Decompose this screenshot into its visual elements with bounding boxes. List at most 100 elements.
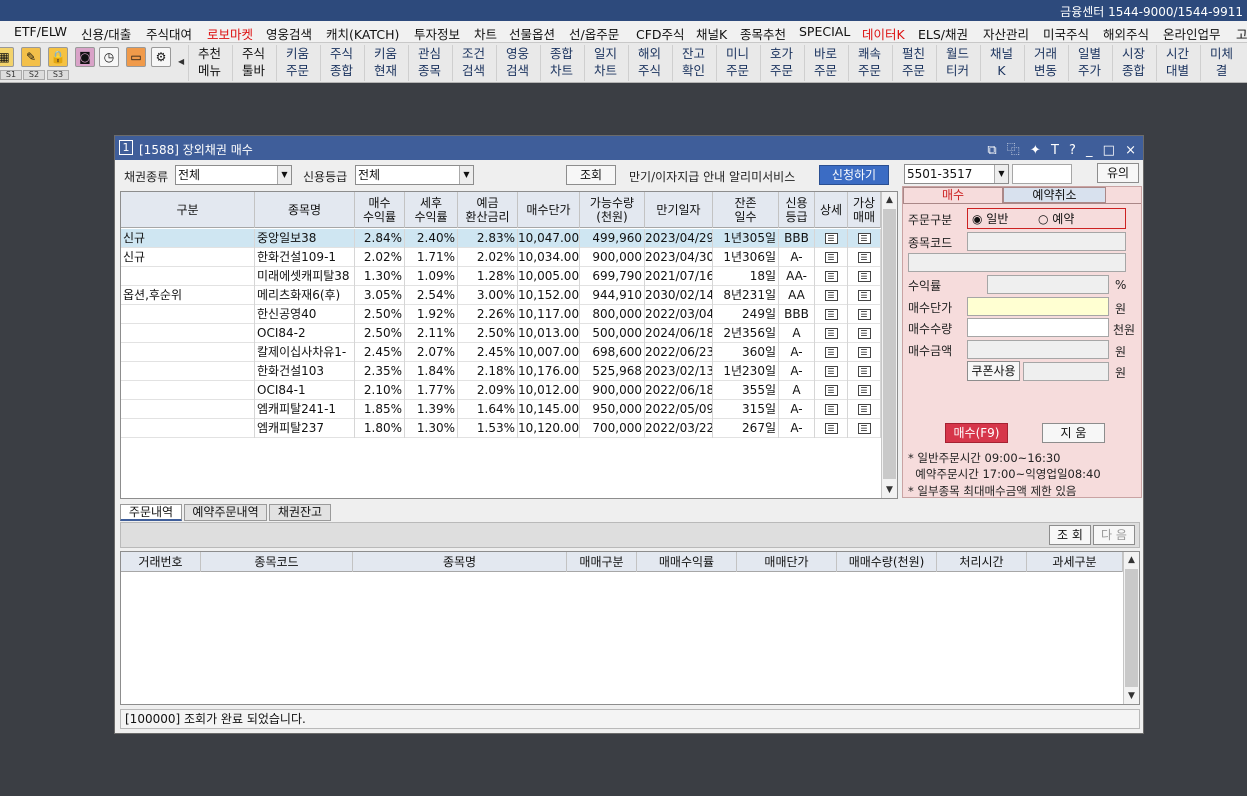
scroll-down-icon[interactable]: ▼	[1124, 688, 1139, 704]
scroll-up-icon[interactable]: ▲	[882, 192, 897, 208]
table-row[interactable]: 엠캐피탈237 1.80% 1.30% 1.53% 10,120.00 700,000 20…	[121, 419, 881, 438]
chevron-down-icon[interactable]: ▼	[277, 166, 291, 184]
menu-item[interactable]: 차트	[474, 24, 497, 42]
toolbar-button[interactable]: 주식 종합	[320, 45, 362, 81]
detail-memo-icon[interactable]: ☰	[824, 404, 838, 415]
menu-item[interactable]: 종목추천	[740, 24, 786, 42]
toolbar-button[interactable]: 관심 종목	[408, 45, 450, 81]
pencil-icon[interactable]: ✎	[21, 47, 41, 67]
tab-bond-balance[interactable]: 채권잔고	[269, 504, 331, 521]
detail-memo-icon[interactable]: ☰	[824, 366, 838, 377]
history-column-header[interactable]: 종목코드	[201, 552, 353, 572]
slot-s2[interactable]: S2	[23, 70, 45, 80]
window-controls[interactable]: ⧉ ⿻ ✦ T ? _ □ ×	[987, 139, 1139, 158]
virtual-trade-memo-icon[interactable]: ☰	[857, 290, 871, 301]
menu-item[interactable]: 미국주식	[1043, 24, 1089, 42]
detail-memo-icon[interactable]: ☰	[824, 347, 838, 358]
toolbar-button[interactable]: 월드 티커	[936, 45, 978, 81]
table-row[interactable]: 옵션,후순위 메리츠화재6(후) 3.05% 2.54% 3.00% 10,152.00 9…	[121, 286, 881, 305]
toolbar-button[interactable]: 호가 주문	[760, 45, 802, 81]
detail-memo-icon[interactable]: ☰	[824, 423, 838, 434]
virtual-trade-memo-icon[interactable]: ☰	[857, 366, 871, 377]
virtual-trade-memo-icon[interactable]: ☰	[857, 309, 871, 320]
column-header[interactable]: 만기일자	[645, 192, 713, 228]
menu-item[interactable]: 해외주식	[1103, 24, 1149, 42]
password-input[interactable]	[1012, 164, 1072, 184]
column-header[interactable]: 예금 환산금리	[458, 192, 518, 228]
chevron-down-icon[interactable]: ▼	[994, 165, 1008, 183]
scroll-down-icon[interactable]: ▼	[882, 482, 897, 498]
detail-memo-icon[interactable]: ☰	[824, 271, 838, 282]
tab-buy[interactable]: 매수	[903, 187, 1003, 203]
notice-button[interactable]: 유의	[1097, 163, 1139, 183]
toolbar-button[interactable]: 거래 변동	[1024, 45, 1066, 81]
toolbar-button[interactable]: 해외 주식	[628, 45, 670, 81]
buy-button[interactable]: 매수(F9)	[945, 423, 1008, 443]
history-column-header[interactable]: 종목명	[353, 552, 567, 572]
menu-item[interactable]: 채널K	[696, 24, 727, 42]
history-scrollbar[interactable]: ▲ ▼	[1123, 552, 1139, 704]
toolbar-button[interactable]: 미니 주문	[716, 45, 758, 81]
table-row[interactable]: 미래에셋캐피탈38 1.30% 1.09% 1.28% 10,005.00 699,790…	[121, 267, 881, 286]
history-search-button[interactable]: 조 회	[1049, 525, 1091, 545]
toolbar-button[interactable]: 주식 툴바	[232, 45, 274, 81]
toolbar-button[interactable]: 키움 주문	[276, 45, 318, 81]
column-header[interactable]: 가능수량 (천원)	[580, 192, 645, 228]
history-column-header[interactable]: 거래번호	[121, 552, 201, 572]
column-header[interactable]: 잔존 일수	[713, 192, 779, 228]
toolbar-button[interactable]: 쾌속 주문	[848, 45, 890, 81]
menu-item[interactable]: 고	[1236, 24, 1247, 42]
detail-memo-icon[interactable]: ☰	[824, 385, 838, 396]
toolbar-button[interactable]: 종합 차트	[540, 45, 582, 81]
history-column-header[interactable]: 과세구분	[1027, 552, 1123, 572]
tab-reserve-history[interactable]: 예약주문내역	[184, 504, 267, 521]
column-header[interactable]: 상세	[815, 192, 848, 228]
detail-memo-icon[interactable]: ☰	[824, 328, 838, 339]
clock-icon[interactable]: ◷	[99, 47, 119, 67]
tab-order-history[interactable]: 주문내역	[120, 504, 182, 521]
virtual-trade-memo-icon[interactable]: ☰	[857, 385, 871, 396]
menu-item[interactable]: 신용/대출	[81, 24, 131, 42]
menu-item[interactable]: 영웅검색	[266, 24, 312, 42]
menu-item[interactable]: 선/옵주문	[569, 24, 619, 42]
column-header[interactable]: 매수단가	[518, 192, 580, 228]
history-column-header[interactable]: 매매수익률	[637, 552, 737, 572]
table-row[interactable]: 신규 한화건설109-1 2.02% 1.71% 2.02% 10,034.00 900,0…	[121, 248, 881, 267]
column-header[interactable]: 매수 수익률	[355, 192, 405, 228]
column-header[interactable]: 세후 수익률	[405, 192, 458, 228]
column-header[interactable]: 구분	[121, 192, 255, 228]
toolbar-button[interactable]: 채널 K	[980, 45, 1022, 81]
chevron-down-icon[interactable]: ▼	[459, 166, 473, 184]
detail-memo-icon[interactable]: ☰	[824, 252, 838, 263]
camera-icon[interactable]: ◙	[75, 47, 95, 67]
history-column-header[interactable]: 매매수량(천원)	[837, 552, 937, 572]
menu-item[interactable]: 자산관리	[983, 24, 1029, 42]
toolbar-button[interactable]: 일지 차트	[584, 45, 626, 81]
history-column-header[interactable]: 매매구분	[567, 552, 637, 572]
slot-s1[interactable]: S1	[0, 70, 22, 80]
qty-input[interactable]	[967, 318, 1109, 337]
virtual-trade-memo-icon[interactable]: ☰	[857, 233, 871, 244]
toolbar-button[interactable]: 펄친 주문	[892, 45, 934, 81]
apply-button[interactable]: 신청하기	[819, 165, 889, 185]
toolbar-button[interactable]: 키움 현재	[364, 45, 406, 81]
detail-memo-icon[interactable]: ☰	[824, 290, 838, 301]
radio-reserve[interactable]: ○ 예약	[1038, 210, 1074, 227]
save-icon[interactable]: ▦	[0, 47, 14, 67]
menu-item[interactable]: 선물옵션	[509, 24, 555, 42]
scroll-thumb[interactable]	[883, 209, 896, 479]
virtual-trade-memo-icon[interactable]: ☰	[857, 328, 871, 339]
menu-item[interactable]: SPECIAL	[799, 24, 850, 39]
toolbar-button[interactable]: 시장 종합	[1112, 45, 1154, 81]
toolbar-button[interactable]: 조건 검색	[452, 45, 494, 81]
table-row[interactable]: 한신공영40 2.50% 1.92% 2.26% 10,117.00 800,000 202…	[121, 305, 881, 324]
next-button[interactable]: 다 음	[1093, 525, 1135, 545]
toolbar-button[interactable]: 시간 대별	[1156, 45, 1198, 81]
table-row[interactable]: OCI84-2 2.50% 2.11% 2.50% 10,013.00 500,000 20…	[121, 324, 881, 343]
table-row[interactable]: 한화건설103 2.35% 1.84% 2.18% 10,176.00 525,968 20…	[121, 362, 881, 381]
table-row[interactable]: 신규 중앙일보38 2.84% 2.40% 2.83% 10,047.00 499,960 2…	[121, 229, 881, 248]
monitor-icon[interactable]: ▭	[126, 47, 146, 67]
credit-grade-select[interactable]: 전체 ▼	[355, 165, 474, 185]
coupon-button[interactable]: 쿠폰사용	[967, 361, 1020, 381]
radio-general[interactable]: ◉ 일반	[972, 210, 1008, 227]
